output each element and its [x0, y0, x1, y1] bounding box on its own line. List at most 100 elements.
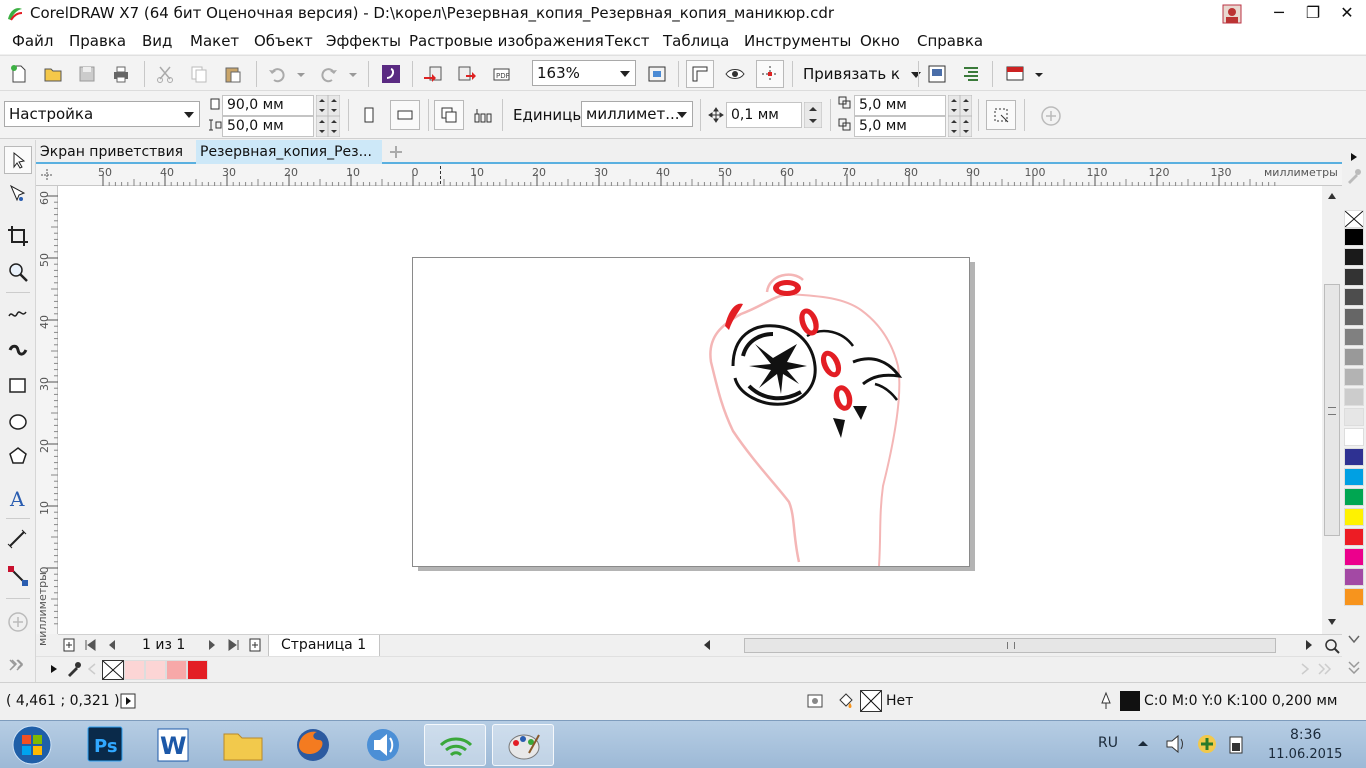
palette-scroll-down-icon[interactable]: [1348, 634, 1360, 644]
menu-tools[interactable]: Инструменты: [744, 32, 851, 50]
polygon-tool-icon[interactable]: [6, 444, 30, 468]
new-document-icon[interactable]: [8, 63, 30, 85]
menu-layout[interactable]: Макет: [190, 32, 239, 50]
doc-palette-expand-icon[interactable]: [50, 664, 58, 674]
menu-table[interactable]: Таблица: [663, 32, 729, 50]
manicure-hand-artwork[interactable]: [703, 266, 923, 566]
show-guidelines-button[interactable]: [756, 60, 784, 88]
treat-as-filled-button[interactable]: [986, 100, 1016, 130]
palette-swatch[interactable]: [1344, 508, 1364, 526]
scroll-up-icon[interactable]: [1327, 192, 1337, 200]
artistic-media-icon[interactable]: [6, 338, 30, 362]
palette-swatch[interactable]: [1344, 428, 1364, 446]
document-palette-swatch[interactable]: [124, 660, 145, 680]
save-icon[interactable]: [76, 63, 98, 85]
parallel-dimension-icon[interactable]: [6, 528, 30, 552]
width-spinner-icon[interactable]: [316, 95, 328, 116]
launch-application-icon[interactable]: [1004, 63, 1026, 85]
width-lock-icon[interactable]: [328, 95, 340, 116]
palette-swatch[interactable]: [1344, 248, 1364, 266]
horizontal-ruler[interactable]: 50 40 30 20 10 0 10 20 30 40 50 60 70 80 90 100 110 120 13…: [36, 164, 1342, 186]
next-page-icon[interactable]: [206, 639, 218, 651]
view-eye-icon[interactable]: [724, 63, 746, 85]
vertical-ruler[interactable]: 60 50 40 30 20 10 0 миллиметры: [36, 186, 58, 646]
ellipse-tool-icon[interactable]: [6, 410, 30, 434]
palette-swatch[interactable]: [1344, 548, 1364, 566]
doc-palette-more-icon[interactable]: [1318, 663, 1332, 675]
palette-swatch[interactable]: [1344, 468, 1364, 486]
search-content-icon[interactable]: [380, 63, 402, 85]
dup-x-lock-icon[interactable]: [960, 95, 972, 116]
network-status-icon[interactable]: [1196, 733, 1218, 755]
nudge-distance-field[interactable]: 0,1 мм: [726, 102, 802, 128]
palette-swatch[interactable]: [1344, 528, 1364, 546]
tab-document[interactable]: Резервная_копия_Рез...: [196, 140, 382, 164]
menu-window[interactable]: Окно: [860, 32, 900, 50]
toolbox-expand-icon[interactable]: [8, 658, 26, 672]
palette-swatch[interactable]: [1344, 488, 1364, 506]
document-palette-swatch[interactable]: [166, 660, 187, 680]
units-select[interactable]: миллимет...: [581, 101, 693, 127]
add-page-after-icon[interactable]: [248, 638, 262, 652]
print-icon[interactable]: [110, 63, 132, 85]
show-rulers-button[interactable]: [686, 60, 714, 88]
zoom-tool-icon[interactable]: [6, 260, 30, 284]
minimize-button[interactable]: ─: [1260, 0, 1298, 26]
volume-icon[interactable]: [1164, 733, 1188, 755]
menu-view[interactable]: Вид: [142, 32, 172, 50]
undo-icon[interactable]: [266, 63, 288, 85]
document-palette-swatch[interactable]: [187, 660, 208, 680]
previous-page-icon[interactable]: [106, 639, 118, 651]
scroll-down-icon[interactable]: [1327, 618, 1337, 626]
word-taskbar-icon[interactable]: W: [142, 724, 204, 766]
menu-help[interactable]: Справка: [917, 32, 983, 50]
redo-dropdown-icon[interactable]: [348, 72, 358, 78]
new-tab-plus-icon[interactable]: [388, 144, 404, 160]
explorer-folder-taskbar-icon[interactable]: [212, 724, 274, 766]
palette-swatch[interactable]: [1344, 348, 1364, 366]
drawing-canvas[interactable]: [58, 186, 1322, 634]
duplicate-x-field[interactable]: 5,0 мм: [854, 95, 946, 116]
palette-swatch[interactable]: [1344, 448, 1364, 466]
import-icon[interactable]: [422, 63, 444, 85]
horizontal-scroll-thumb[interactable]: [744, 638, 1276, 653]
palette-more-icon[interactable]: [1348, 660, 1360, 674]
battery-icon[interactable]: [1226, 733, 1248, 755]
coreldraw-taskbar-button[interactable]: [492, 724, 554, 766]
duplicate-y-field[interactable]: 5,0 мм: [854, 116, 946, 137]
dup-y-spinner-icon[interactable]: [948, 116, 960, 137]
palette-swatch[interactable]: [1344, 268, 1364, 286]
first-page-icon[interactable]: [84, 639, 96, 651]
redo-icon[interactable]: [318, 63, 340, 85]
document-palette-swatch[interactable]: [145, 660, 166, 680]
options-icon[interactable]: [926, 63, 948, 85]
doc-palette-eyedropper-icon[interactable]: [66, 661, 82, 677]
status-menu-icon[interactable]: [120, 693, 136, 709]
fill-color-swatch[interactable]: [860, 690, 882, 712]
menu-bitmaps[interactable]: Растровые изображения: [409, 32, 604, 50]
show-hidden-icons-icon[interactable]: [1136, 737, 1150, 749]
add-page-before-icon[interactable]: [62, 638, 76, 652]
start-button-icon[interactable]: [8, 723, 56, 767]
height-spinner-icon[interactable]: [316, 116, 328, 137]
page-tab-1[interactable]: Страница 1: [268, 635, 380, 657]
menu-text[interactable]: Текст: [605, 32, 649, 50]
outline-pen-icon[interactable]: [1098, 691, 1114, 711]
color-proofing-icon[interactable]: [806, 692, 824, 710]
connector-tool-icon[interactable]: [6, 564, 30, 588]
palette-swatch[interactable]: [1344, 568, 1364, 586]
palette-swatch[interactable]: [1344, 288, 1364, 306]
user-icon[interactable]: [1222, 4, 1242, 24]
last-page-icon[interactable]: [228, 639, 240, 651]
doc-palette-left-icon[interactable]: [88, 663, 96, 675]
page-area[interactable]: [412, 257, 970, 567]
paste-icon[interactable]: [222, 63, 244, 85]
nudge-spinner-icon[interactable]: [804, 102, 822, 128]
landscape-button[interactable]: [390, 100, 420, 130]
menu-effects[interactable]: Эффекты: [326, 32, 401, 50]
network-app-taskbar-button[interactable]: [424, 724, 486, 766]
input-language[interactable]: RU: [1098, 735, 1118, 751]
close-button[interactable]: ✕: [1328, 0, 1366, 26]
open-icon[interactable]: [42, 63, 64, 85]
page-width-field[interactable]: 90,0 мм: [222, 95, 314, 116]
